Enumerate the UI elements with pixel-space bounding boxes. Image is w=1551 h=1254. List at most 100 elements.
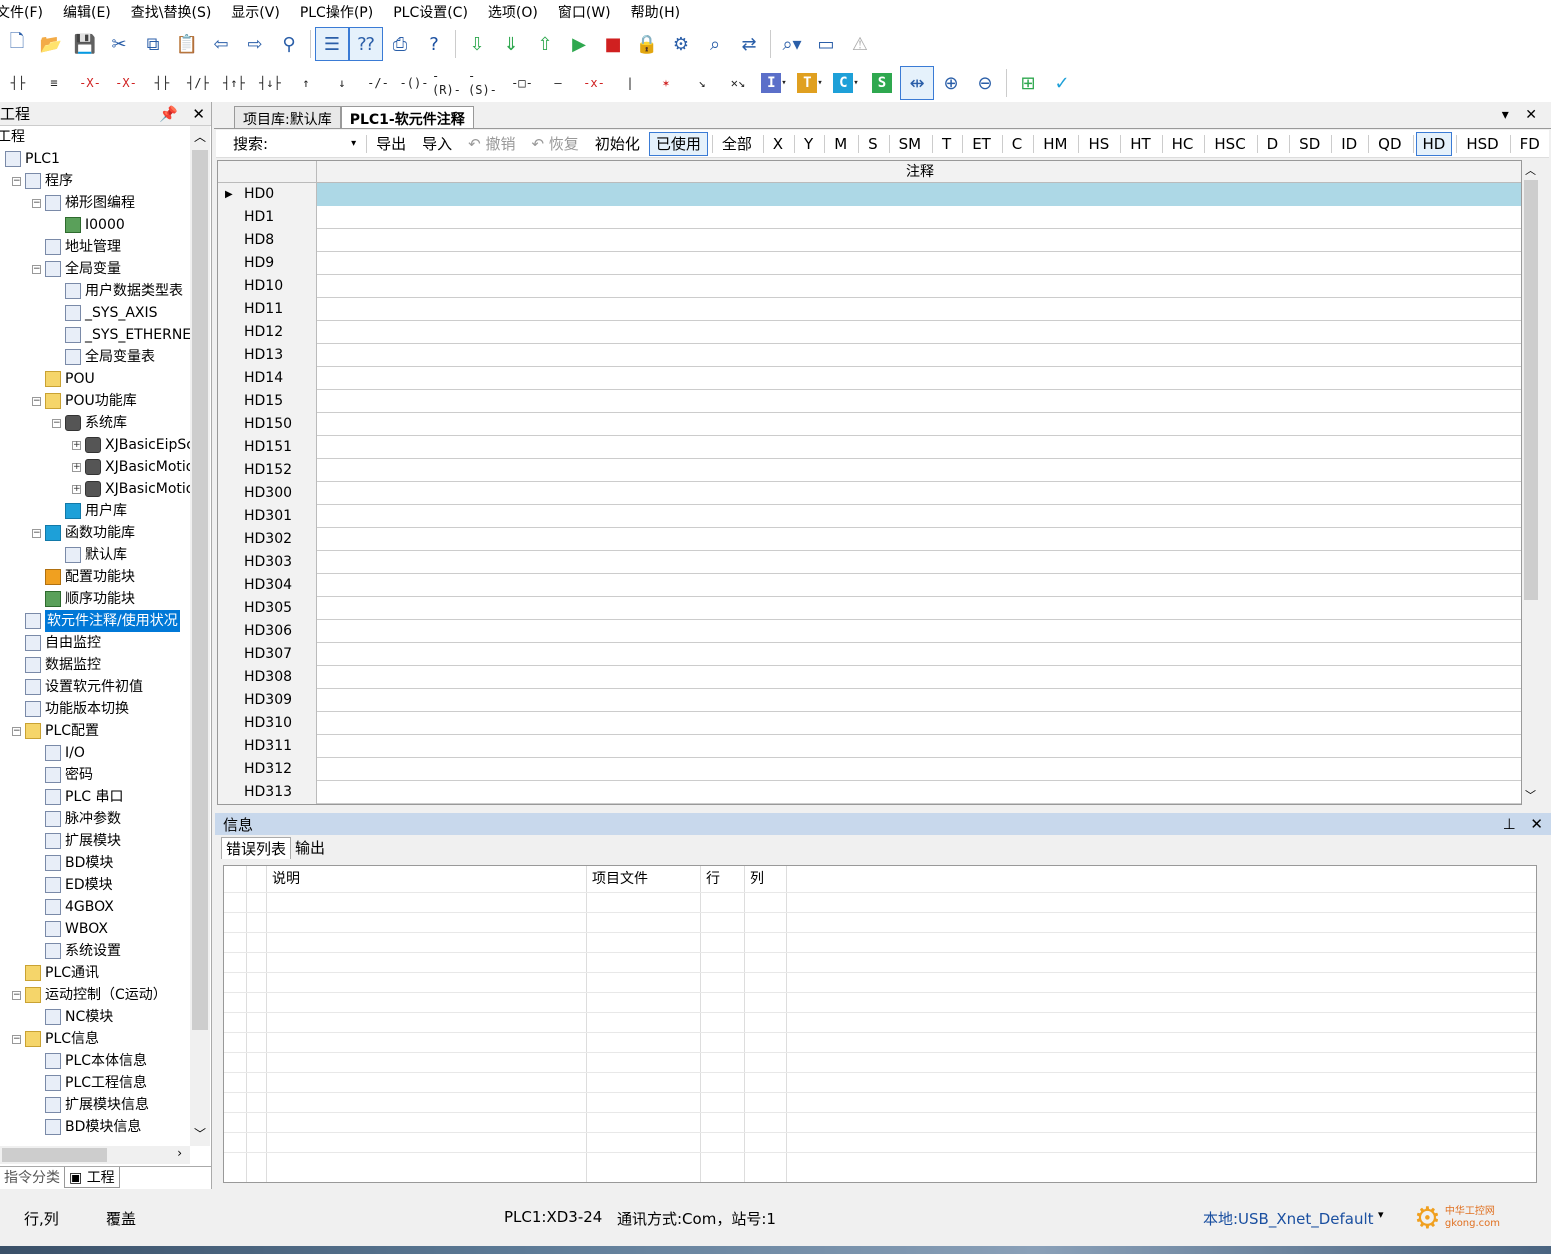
scroll-thumb[interactable] <box>1524 180 1538 600</box>
filter-type-qd[interactable]: QD <box>1371 132 1408 156</box>
scroll-thumb[interactable] <box>192 150 208 1030</box>
collapse-icon[interactable]: − <box>32 264 41 274</box>
comment-cell[interactable] <box>317 528 1521 551</box>
download-partial-icon[interactable]: ⇓ <box>494 27 528 61</box>
initialize-button[interactable]: 初始化 <box>588 132 647 156</box>
check-icon[interactable]: ✓ <box>1045 66 1079 100</box>
zoom-out-icon[interactable]: ⊖ <box>968 66 1002 100</box>
tree-item[interactable]: BD模块信息 <box>32 1116 141 1138</box>
ladder-view-icon[interactable]: ☰ <box>315 27 349 61</box>
undo-icon[interactable]: ⇦ <box>204 27 238 61</box>
block-c-button[interactable]: C ▾ <box>828 66 864 100</box>
menu-item-6[interactable]: 选项(O) <box>488 2 548 22</box>
scroll-thumb[interactable] <box>2 1148 107 1162</box>
menu-item-3[interactable]: 显示(V) <box>231 2 290 22</box>
menu-item-4[interactable]: PLC操作(P) <box>300 2 383 22</box>
tree-item[interactable]: − PLC信息 <box>12 1028 99 1050</box>
table-row[interactable]: HD306 <box>218 620 1521 643</box>
tab-output[interactable]: 输出 <box>291 837 329 859</box>
filter-type-ht[interactable]: HT <box>1123 132 1157 156</box>
upload-icon[interactable]: ⇧ <box>528 27 562 61</box>
filter-type-hsd[interactable]: HSD <box>1459 132 1505 156</box>
block-s-button[interactable]: S <box>864 66 900 100</box>
menu-item-7[interactable]: 窗口(W) <box>558 2 621 22</box>
zoom-in-icon[interactable]: ⊕ <box>934 66 968 100</box>
comment-cell[interactable] <box>317 781 1521 804</box>
tree-item[interactable]: + XJBasicMotior <box>72 456 190 478</box>
fit-width-icon[interactable]: ⇹ <box>900 66 934 100</box>
vertical-line-icon[interactable]: | <box>612 66 648 100</box>
collapse-icon[interactable]: − <box>12 990 21 1000</box>
print-icon[interactable]: ⎙ <box>383 27 417 61</box>
table-row[interactable]: HD304 <box>218 574 1521 597</box>
tab-project-library[interactable]: 项目库:默认库 <box>234 106 341 128</box>
table-row[interactable]: HD305 <box>218 597 1521 620</box>
warning-icon[interactable]: ⚠ <box>843 27 877 61</box>
comment-cell[interactable] <box>317 620 1521 643</box>
tree-item[interactable]: − 全局变量 <box>32 258 121 280</box>
tree-item[interactable]: BD模块 <box>32 852 113 874</box>
collapse-icon[interactable]: − <box>32 528 41 538</box>
scroll-right-icon[interactable]: › <box>177 1146 182 1160</box>
redo-icon[interactable]: ⇨ <box>238 27 272 61</box>
zoom-dropdown-icon[interactable]: ⌕▾ <box>775 27 809 61</box>
comment-cell[interactable] <box>317 252 1521 275</box>
parallel-contact-icon[interactable]: ≡ <box>36 66 72 100</box>
tab-list-dropdown-icon[interactable]: ▾ <box>1502 107 1509 123</box>
expand-icon[interactable]: + <box>72 462 81 472</box>
tab-device-comments[interactable]: PLC1-软元件注释 <box>340 106 474 128</box>
collapse-icon[interactable]: − <box>52 418 61 428</box>
erase-line-icon[interactable]: ✕↘ <box>720 66 756 100</box>
filter-type-sd[interactable]: SD <box>1292 132 1327 156</box>
pin-icon[interactable]: 📌 <box>159 105 178 123</box>
block-t-button[interactable]: T ▾ <box>792 66 828 100</box>
menu-item-2[interactable]: 查找\替换(S) <box>131 2 222 22</box>
paste-icon[interactable]: 📋 <box>170 27 204 61</box>
comment-cell[interactable] <box>317 712 1521 735</box>
tree-item[interactable]: − POU功能库 <box>32 390 137 412</box>
find-icon[interactable]: ⚲ <box>272 27 306 61</box>
scroll-down-icon[interactable]: ﹀ <box>1525 787 1536 803</box>
down-arrow-icon[interactable]: ↓ <box>324 66 360 100</box>
col-column[interactable]: 列 <box>750 866 764 892</box>
table-row[interactable]: HD312 <box>218 758 1521 781</box>
table-row[interactable]: HD13 <box>218 344 1521 367</box>
open-folder-icon[interactable]: 📂 <box>34 27 68 61</box>
tree-item[interactable]: 软元件注释/使用状况 <box>12 610 180 632</box>
tree-item[interactable]: I/O <box>32 742 85 764</box>
pin-icon[interactable]: ⊥ <box>1503 815 1516 833</box>
filter-type-s[interactable]: S <box>861 132 885 156</box>
collapse-icon[interactable]: − <box>12 726 21 736</box>
tree-item[interactable]: 用户数据类型表 <box>52 280 183 302</box>
filter-type-hm[interactable]: HM <box>1036 132 1074 156</box>
comment-cell[interactable] <box>317 689 1521 712</box>
expand-icon[interactable]: + <box>72 484 81 494</box>
tree-item[interactable]: 密码 <box>32 764 93 786</box>
comment-cell[interactable] <box>317 505 1521 528</box>
table-row[interactable]: HD311 <box>218 735 1521 758</box>
collapse-icon[interactable]: − <box>32 396 41 406</box>
comment-cell[interactable] <box>317 183 1521 206</box>
tree-item[interactable]: PLC工程信息 <box>32 1072 147 1094</box>
filter-type-fd[interactable]: FD <box>1513 132 1547 156</box>
tree-item[interactable]: 自由监控 <box>12 632 101 654</box>
filter-type-y[interactable]: Y <box>797 132 820 156</box>
table-row[interactable]: HD151 <box>218 436 1521 459</box>
comment-cell[interactable] <box>317 390 1521 413</box>
tree-item[interactable]: 用户库 <box>52 500 127 522</box>
filter-type-hs[interactable]: HS <box>1081 132 1116 156</box>
instruction-list-icon[interactable]: ⁇ <box>349 27 383 61</box>
comment-cell[interactable] <box>317 735 1521 758</box>
settings-icon[interactable]: ⚙ <box>664 27 698 61</box>
menu-item-0[interactable]: 文件(F) <box>0 2 53 22</box>
tree-item[interactable]: − 梯形图编程 <box>32 192 135 214</box>
comment-cell[interactable] <box>317 298 1521 321</box>
dropdown-arrow-icon[interactable]: ▾ <box>853 78 858 88</box>
expand-icon[interactable]: + <box>72 440 81 450</box>
invert-icon[interactable]: -/- <box>360 66 396 100</box>
search-input[interactable] <box>277 132 352 155</box>
action-button-0[interactable]: 导出 <box>369 132 413 156</box>
col-line[interactable]: 行 <box>706 866 720 892</box>
contact-nc-icon[interactable]: ┤/├ <box>180 66 216 100</box>
table-row[interactable]: HD307 <box>218 643 1521 666</box>
